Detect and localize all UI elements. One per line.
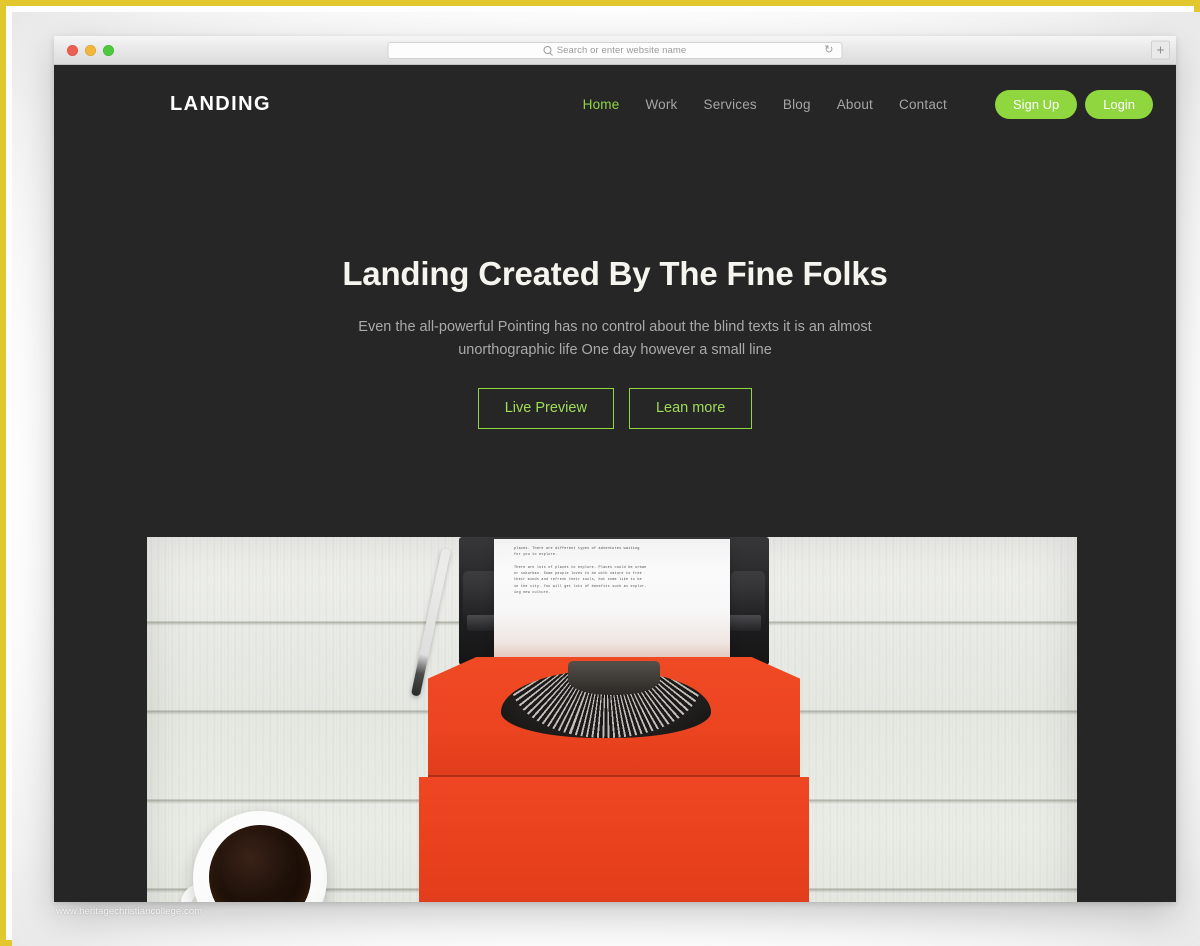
login-button[interactable]: Login xyxy=(1085,89,1153,119)
browser-window: Search or enter website name ↻ + LANDING… xyxy=(54,36,1176,902)
site-navbar: LANDING Home Work Services Blog About Co… xyxy=(54,65,1176,143)
nav-item-blog[interactable]: Blog xyxy=(783,97,811,112)
live-preview-button[interactable]: Live Preview xyxy=(477,388,614,429)
nav-item-work[interactable]: Work xyxy=(645,97,677,112)
typebar-hub xyxy=(568,661,660,695)
hero-cta-group: Live Preview Lean more xyxy=(54,388,1176,429)
hero-title: Landing Created By The Fine Folks xyxy=(342,255,888,292)
hero-subtitle: Even the all-powerful Pointing has no co… xyxy=(358,319,872,358)
sign-up-button[interactable]: Sign Up xyxy=(994,89,1078,119)
address-bar[interactable]: Search or enter website name ↻ xyxy=(387,41,843,59)
hero-section: Landing Created By The Fine Folks Even t… xyxy=(54,143,1176,429)
page-backdrop: Search or enter website name ↻ + LANDING… xyxy=(12,12,1200,946)
typewriter-body-lower: 123456789+´¨ QWERTZUIOPÜ ASDFGHJKLÖÄ YXC… xyxy=(419,777,809,902)
learn-more-button[interactable]: Lean more xyxy=(628,388,753,429)
outer-gold-frame: Search or enter website name ↻ + LANDING… xyxy=(0,0,1200,946)
maximize-window-button[interactable] xyxy=(103,44,114,56)
address-bar-placeholder: Search or enter website name xyxy=(556,44,687,56)
site-logo[interactable]: LANDING xyxy=(170,93,271,116)
nav-item-home[interactable]: Home xyxy=(583,97,620,112)
close-window-button[interactable] xyxy=(67,44,78,56)
nav-auth-actions: Sign Up Login xyxy=(994,89,1153,119)
platen-knob-right xyxy=(731,571,765,629)
hero-image: places. There are different types of adv… xyxy=(147,537,1077,902)
nav-item-contact[interactable]: Contact xyxy=(899,97,947,112)
paper-text: places. There are different types of adv… xyxy=(514,547,647,596)
browser-titlebar: Search or enter website name ↻ + xyxy=(54,36,1176,65)
platen-knob-left xyxy=(463,571,497,629)
reload-icon[interactable]: ↻ xyxy=(824,44,833,56)
cup-body xyxy=(193,811,327,902)
typed-paper: places. There are different types of adv… xyxy=(494,539,730,657)
search-icon xyxy=(543,46,552,54)
watermark: www.heritagechristiancollege.com xyxy=(56,906,203,917)
typewriter: places. There are different types of adv… xyxy=(410,537,809,902)
nav-menu: Home Work Services Blog About Contact Si… xyxy=(583,89,1153,119)
website-viewport: LANDING Home Work Services Blog About Co… xyxy=(54,65,1176,902)
minimize-window-button[interactable] xyxy=(85,44,96,56)
nav-item-about[interactable]: About xyxy=(837,97,873,112)
black-coffee xyxy=(209,825,311,902)
window-controls xyxy=(67,44,114,56)
new-tab-button[interactable]: + xyxy=(1151,40,1170,60)
coffee-cup xyxy=(181,811,327,902)
nav-item-services[interactable]: Services xyxy=(704,97,757,112)
